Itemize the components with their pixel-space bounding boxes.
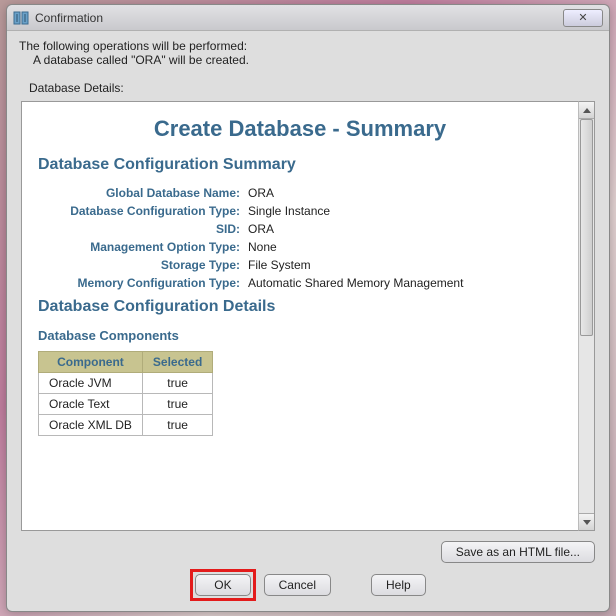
table-row: Oracle JVM true bbox=[39, 373, 213, 394]
close-icon: ✕ bbox=[578, 11, 587, 24]
table-row: Oracle XML DB true bbox=[39, 415, 213, 436]
kv-sid: SID: ORA bbox=[38, 222, 562, 236]
component-selected: true bbox=[142, 373, 212, 394]
chevron-down-icon bbox=[583, 520, 591, 525]
scroll-track[interactable] bbox=[579, 119, 594, 513]
save-html-button[interactable]: Save as an HTML file... bbox=[441, 541, 595, 563]
component-name: Oracle XML DB bbox=[39, 415, 143, 436]
cancel-button[interactable]: Cancel bbox=[264, 574, 331, 596]
vertical-scrollbar[interactable] bbox=[578, 101, 595, 531]
window-close-button[interactable]: ✕ bbox=[563, 9, 603, 27]
operations-text: The following operations will be perform… bbox=[7, 31, 609, 69]
kv-value: Single Instance bbox=[248, 204, 330, 218]
col-component: Component bbox=[39, 352, 143, 373]
summary-heading: Database Configuration Summary bbox=[38, 156, 562, 174]
footer-row-save: Save as an HTML file... bbox=[7, 531, 609, 565]
help-button[interactable]: Help bbox=[371, 574, 426, 596]
summary-content: Create Database - Summary Database Confi… bbox=[21, 101, 578, 531]
app-icon bbox=[13, 10, 29, 26]
kv-key: Database Configuration Type: bbox=[38, 204, 248, 218]
component-name: Oracle Text bbox=[39, 394, 143, 415]
kv-key: Management Option Type: bbox=[38, 240, 248, 254]
page-title: Create Database - Summary bbox=[38, 116, 562, 142]
content-frame: Create Database - Summary Database Confi… bbox=[21, 101, 595, 531]
kv-key: Global Database Name: bbox=[38, 186, 248, 200]
footer-row-actions: OK Cancel Help bbox=[7, 565, 609, 611]
table-row: Oracle Text true bbox=[39, 394, 213, 415]
details-heading: Database Configuration Details bbox=[38, 298, 562, 316]
col-selected: Selected bbox=[142, 352, 212, 373]
ok-button[interactable]: OK bbox=[195, 574, 250, 596]
ok-highlight: OK bbox=[190, 569, 255, 601]
window-title: Confirmation bbox=[35, 11, 563, 25]
component-selected: true bbox=[142, 415, 212, 436]
components-table: Component Selected Oracle JVM true Oracl… bbox=[38, 351, 213, 436]
operations-line1: The following operations will be perform… bbox=[19, 39, 597, 53]
scroll-thumb[interactable] bbox=[580, 119, 593, 336]
kv-value: Automatic Shared Memory Management bbox=[248, 276, 463, 290]
kv-value: ORA bbox=[248, 186, 274, 200]
kv-key: SID: bbox=[38, 222, 248, 236]
scroll-down-button[interactable] bbox=[579, 513, 594, 530]
kv-mgmt-option: Management Option Type: None bbox=[38, 240, 562, 254]
component-selected: true bbox=[142, 394, 212, 415]
titlebar[interactable]: Confirmation ✕ bbox=[7, 5, 609, 31]
chevron-up-icon bbox=[583, 108, 591, 113]
operations-line2: A database called "ORA" will be created. bbox=[19, 53, 597, 67]
components-heading: Database Components bbox=[38, 328, 562, 343]
confirmation-dialog: Confirmation ✕ The following operations … bbox=[6, 4, 610, 612]
kv-storage-type: Storage Type: File System bbox=[38, 258, 562, 272]
kv-value: File System bbox=[248, 258, 311, 272]
kv-key: Memory Configuration Type: bbox=[38, 276, 248, 290]
kv-value: None bbox=[248, 240, 277, 254]
component-name: Oracle JVM bbox=[39, 373, 143, 394]
kv-key: Storage Type: bbox=[38, 258, 248, 272]
details-label: Database Details: bbox=[7, 69, 609, 101]
scroll-up-button[interactable] bbox=[579, 102, 594, 119]
kv-config-type: Database Configuration Type: Single Inst… bbox=[38, 204, 562, 218]
kv-global-db-name: Global Database Name: ORA bbox=[38, 186, 562, 200]
kv-value: ORA bbox=[248, 222, 274, 236]
kv-mem-config: Memory Configuration Type: Automatic Sha… bbox=[38, 276, 562, 290]
